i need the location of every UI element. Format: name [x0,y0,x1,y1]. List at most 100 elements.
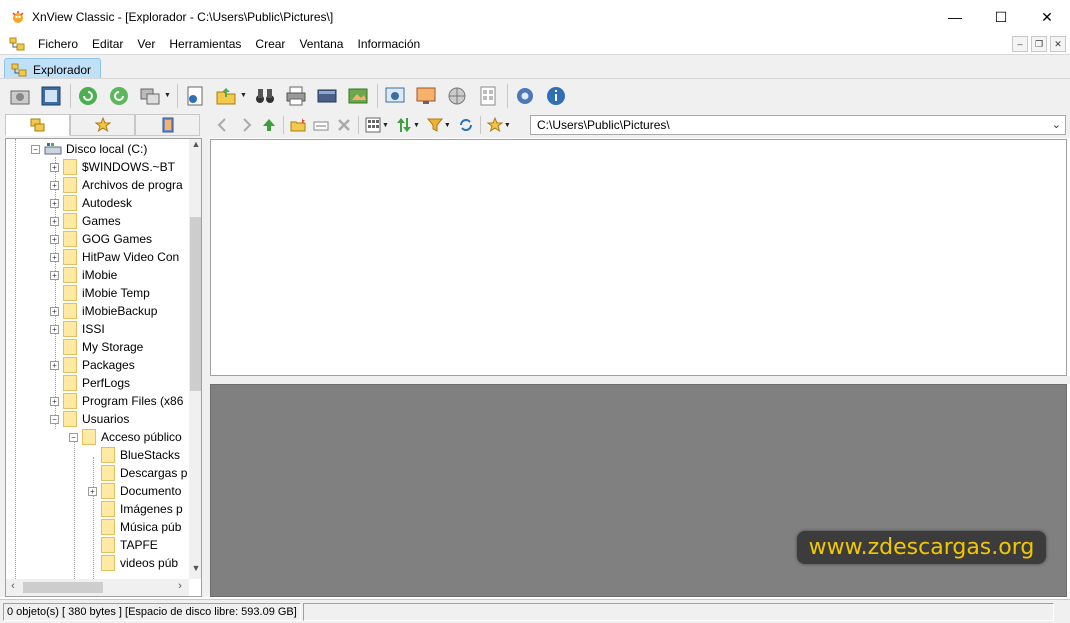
tab-favorites[interactable] [70,114,135,136]
folder-tree[interactable]: − Disco local (C:) + $WINDOWS.~BT + Archiv… [5,138,202,597]
chevron-down-icon[interactable]: ⌄ [1052,118,1061,131]
menu-informacion[interactable]: Información [350,37,427,51]
open-folder-button[interactable] [214,84,238,108]
tree-item[interactable]: My Storage [50,338,143,356]
reload-button[interactable] [107,84,131,108]
wallpaper-button[interactable] [414,84,438,108]
expand-toggle[interactable]: + [50,396,59,406]
favorites-dropdown-arrow[interactable]: ▼ [504,122,511,129]
tab-explorador[interactable]: Explorador [4,58,101,80]
favorites-button[interactable] [486,116,504,134]
menu-editar[interactable]: Editar [85,37,130,51]
expand-toggle[interactable]: + [50,198,59,208]
minimize-button[interactable]: — [932,0,978,34]
tree-item[interactable]: + Archivos de progra [50,176,183,194]
collapse-toggle[interactable]: − [69,432,78,442]
expand-toggle[interactable]: + [50,216,59,226]
tree-item[interactable]: + HitPaw Video Con [50,248,179,266]
back-button[interactable] [214,116,232,134]
explorer-doc-icon[interactable] [9,36,25,52]
print-button[interactable] [284,84,308,108]
tree-horizontal-scrollbar[interactable]: ‹ › [6,579,189,596]
tree-item[interactable]: + iMobie [50,266,117,284]
scroll-left-arrow[interactable]: ‹ [6,580,20,594]
expand-toggle[interactable]: + [50,180,59,190]
properties-button[interactable] [183,84,207,108]
up-folder-button[interactable] [260,116,278,134]
menu-ventana[interactable]: Ventana [292,37,350,51]
view-mode-dropdown-arrow[interactable]: ▼ [382,122,389,129]
contact-sheet-button[interactable] [476,84,500,108]
preview-pane[interactable] [210,384,1067,597]
tree-item[interactable]: videos púb [88,554,178,572]
expand-toggle[interactable]: + [50,324,59,334]
browse-images-button[interactable] [8,84,32,108]
menu-herramientas[interactable]: Herramientas [162,37,248,51]
tree-item[interactable]: + $WINDOWS.~BT [50,158,175,176]
web-page-button[interactable] [445,84,469,108]
expand-toggle[interactable]: + [50,270,59,280]
sync-button[interactable] [457,116,475,134]
tab-categories[interactable] [135,114,200,136]
filter-dropdown-arrow[interactable]: ▼ [444,122,451,129]
menu-fichero[interactable]: Fichero [31,37,85,51]
fullscreen-button[interactable] [39,84,63,108]
search-button[interactable] [253,84,277,108]
tree-item[interactable]: + Documento [88,482,181,500]
mdi-minimize-button[interactable]: – [1012,36,1028,52]
tree-item[interactable]: BlueStacks [88,446,180,464]
refresh-button[interactable] [76,84,100,108]
view-mode-button[interactable] [364,116,382,134]
tree-item[interactable]: + GOG Games [50,230,152,248]
scroll-right-arrow[interactable]: › [173,580,187,594]
tree-item[interactable]: Música púb [88,518,181,536]
tree-item[interactable]: + Packages [50,356,135,374]
tree-item[interactable]: iMobie Temp [50,284,150,302]
path-combobox[interactable]: C:\Users\Public\Pictures\ ⌄ [530,115,1066,135]
tree-item[interactable]: + Program Files (x86 [50,392,183,410]
expand-toggle[interactable]: + [50,162,59,172]
tree-root-row[interactable]: − Disco local (C:) [31,140,147,158]
scroll-down-arrow[interactable]: ▼ [189,563,201,577]
convert-button[interactable] [138,84,162,108]
expand-toggle[interactable]: + [50,234,59,244]
tree-item[interactable]: PerfLogs [50,374,130,392]
collapse-toggle[interactable]: − [31,144,40,154]
filter-button[interactable] [426,116,444,134]
tree-item[interactable]: + iMobieBackup [50,302,157,320]
tree-item[interactable]: + Autodesk [50,194,132,212]
vertical-splitter[interactable] [203,112,210,597]
new-folder-button[interactable] [289,116,307,134]
tree-item[interactable]: + ISSI [50,320,105,338]
tree-item[interactable]: − Acceso público [69,428,182,446]
tree-item[interactable]: + Games [50,212,121,230]
expand-toggle[interactable]: + [88,486,97,496]
expand-toggle[interactable]: + [50,360,59,370]
close-button[interactable]: ✕ [1024,0,1070,34]
sort-button[interactable] [395,116,413,134]
delete-button[interactable] [335,116,353,134]
tree-item[interactable]: TAPFE [88,536,158,554]
options-button[interactable] [513,84,537,108]
rename-button[interactable] [312,116,330,134]
about-button[interactable] [544,84,568,108]
scroll-thumb[interactable] [23,582,103,593]
expand-toggle[interactable]: + [50,306,59,316]
horizontal-splitter[interactable] [210,376,1070,384]
file-list-view[interactable] [210,139,1067,376]
sort-dropdown-arrow[interactable]: ▼ [413,122,420,129]
slideshow-button[interactable] [346,84,370,108]
scan-button[interactable] [315,84,339,108]
forward-button[interactable] [237,116,255,134]
menu-crear[interactable]: Crear [248,37,292,51]
menu-ver[interactable]: Ver [130,37,162,51]
expand-toggle[interactable]: + [50,252,59,262]
scroll-thumb[interactable] [190,217,201,391]
tree-item[interactable]: Descargas p [88,464,187,482]
maximize-button[interactable]: ☐ [978,0,1024,34]
mdi-close-button[interactable]: ✕ [1050,36,1066,52]
open-folder-dropdown-arrow[interactable]: ▼ [240,92,247,99]
collapse-toggle[interactable]: − [50,414,59,424]
scroll-up-arrow[interactable]: ▲ [189,139,201,153]
tree-item[interactable]: − Usuarios [50,410,129,428]
